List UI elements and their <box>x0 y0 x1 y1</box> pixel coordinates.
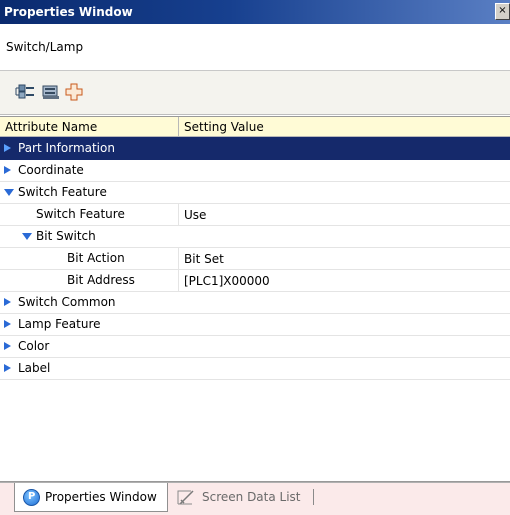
title-bar: Properties Window × <box>0 0 510 24</box>
tab-label: Screen Data List <box>202 490 301 504</box>
bottom-tab-bar: P Properties Window Screen Data List <box>0 482 510 515</box>
property-value[interactable]: Use <box>184 208 206 222</box>
window-title: Properties Window <box>4 5 133 19</box>
property-name: Bit Address <box>67 273 135 287</box>
alphabetical-view-button[interactable] <box>40 82 62 102</box>
close-button[interactable]: × <box>495 3 510 20</box>
expand-arrow-icon[interactable] <box>4 364 11 372</box>
tab-properties-window[interactable]: P Properties Window <box>14 483 168 512</box>
property-name: Color <box>18 339 50 353</box>
selected-object-label: Switch/Lamp <box>6 40 84 54</box>
categorized-view-icon <box>15 84 34 99</box>
categorized-view-button[interactable] <box>14 82 36 102</box>
property-name: Label <box>18 361 51 375</box>
expand-arrow-icon[interactable] <box>4 342 11 350</box>
property-row[interactable]: Label <box>0 357 510 380</box>
grid-header: Attribute Name Setting Value <box>0 117 510 137</box>
property-value[interactable]: [PLC1]X00000 <box>184 274 270 288</box>
property-value[interactable]: Bit Set <box>184 252 224 266</box>
expand-arrow-icon[interactable] <box>4 320 11 328</box>
expand-all-button[interactable] <box>64 82 86 102</box>
column-header-value[interactable]: Setting Value <box>184 120 264 134</box>
cell-divider <box>178 203 179 225</box>
tab-label: Properties Window <box>45 490 157 504</box>
tab-screen-data-list[interactable]: Screen Data List <box>174 483 314 511</box>
property-row[interactable]: Lamp Feature <box>0 313 510 336</box>
expand-arrow-icon[interactable] <box>4 298 11 306</box>
alphabetical-view-icon <box>42 85 59 99</box>
toolbar <box>0 71 510 115</box>
property-row[interactable]: Switch Feature Use <box>0 203 510 226</box>
property-name: Part Information <box>18 141 115 155</box>
property-row[interactable]: Color <box>0 335 510 358</box>
collapse-arrow-icon[interactable] <box>22 233 32 240</box>
property-name: Switch Common <box>18 295 116 309</box>
collapse-arrow-icon[interactable] <box>4 189 14 196</box>
property-name: Lamp Feature <box>18 317 101 331</box>
property-name: Coordinate <box>18 163 84 177</box>
column-divider[interactable] <box>178 117 179 136</box>
property-row[interactable]: Coordinate <box>0 159 510 182</box>
selection-header: Switch/Lamp <box>0 24 510 71</box>
screen-data-list-icon <box>177 490 194 505</box>
property-grid: Attribute Name Setting Value Part Inform… <box>0 116 510 482</box>
column-header-attribute[interactable]: Attribute Name <box>5 120 97 134</box>
property-name: Bit Switch <box>36 229 96 243</box>
expand-arrow-icon[interactable] <box>4 166 11 174</box>
property-name: Switch Feature <box>18 185 107 199</box>
property-name: Switch Feature <box>36 207 125 221</box>
expand-arrow-icon[interactable] <box>4 144 11 152</box>
property-row[interactable]: Part Information <box>0 137 510 160</box>
property-name: Bit Action <box>67 251 125 265</box>
cell-divider <box>178 247 179 269</box>
expand-all-icon <box>65 83 83 101</box>
property-row[interactable]: Switch Feature <box>0 181 510 204</box>
cell-divider <box>178 269 179 291</box>
properties-icon: P <box>23 489 40 506</box>
property-row[interactable]: Bit Switch <box>0 225 510 248</box>
property-row[interactable]: Bit Action Bit Set <box>0 247 510 270</box>
property-row[interactable]: Switch Common <box>0 291 510 314</box>
property-row[interactable]: Bit Address [PLC1]X00000 <box>0 269 510 292</box>
tab-divider <box>313 489 314 505</box>
